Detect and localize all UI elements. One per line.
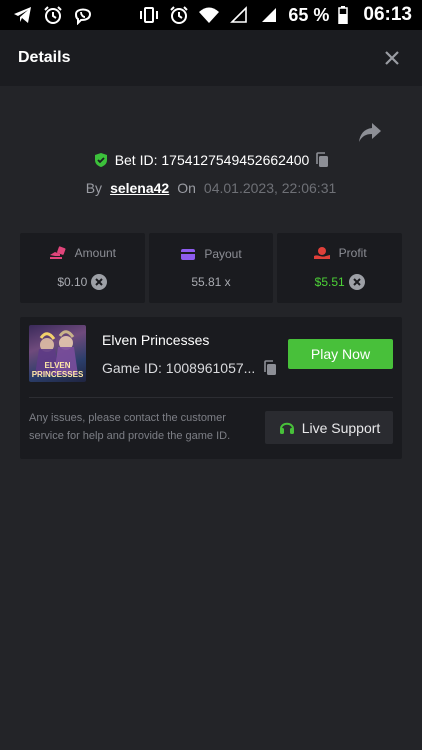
support-help-text: Any issues, please contact the customer …	[29, 412, 231, 442]
stat-amount-header: Amount	[49, 246, 116, 260]
copy-icon	[264, 360, 277, 375]
live-support-label: Live Support	[301, 419, 381, 436]
details-header: Details	[0, 30, 422, 86]
clock: 06:13	[363, 4, 412, 25]
card-divider	[29, 397, 393, 398]
game-card: ELVEN PRINCESSES Elven Princesses Game I…	[20, 317, 402, 459]
bet-meta-row: By selena42 On 04.01.2023, 22:06:31	[0, 180, 422, 196]
game-thumbnail[interactable]: ELVEN PRINCESSES	[29, 325, 86, 382]
game-id-row: Game ID: 1008961057...	[102, 360, 277, 376]
play-now-button[interactable]: Play Now	[288, 339, 393, 369]
stat-payout: Payout 55.81 x	[148, 233, 274, 303]
stat-profit: Profit $5.51	[277, 233, 403, 303]
close-button[interactable]	[380, 46, 404, 70]
headset-icon	[279, 422, 294, 434]
game-thumbnail-title: ELVEN PRINCESSES	[31, 361, 84, 379]
stat-profit-value: $5.51	[314, 275, 345, 289]
stat-amount: Amount $0.10	[20, 233, 145, 303]
alarm-icon	[168, 4, 190, 26]
page-title: Details	[18, 49, 71, 66]
game-id: Game ID: 1008961057...	[102, 360, 256, 376]
stat-payout-header: Payout	[180, 247, 242, 261]
close-icon	[385, 51, 399, 65]
status-bar-left	[12, 4, 94, 26]
telegram-icon	[12, 4, 34, 26]
bet-id-row: Bet ID: 1754127549452662400	[0, 152, 422, 168]
details-content: Bet ID: 1754127549452662400 By selena42 …	[0, 86, 422, 750]
by-label: By	[85, 180, 103, 196]
stat-payout-value: 55.81 x	[191, 275, 231, 289]
viber-icon	[72, 4, 94, 26]
bet-date: 04.01.2023, 22:06:31	[203, 180, 337, 196]
battery-icon	[337, 4, 349, 26]
stat-amount-value-row: $0.10	[57, 274, 108, 290]
currency-coin-icon	[348, 274, 365, 290]
game-name: Elven Princesses	[102, 332, 210, 348]
signal-empty-icon	[228, 4, 250, 26]
stat-amount-label: Amount	[74, 246, 117, 260]
status-bar: 65 % 06:13	[0, 0, 422, 30]
share-icon	[359, 123, 381, 142]
copy-icon	[316, 152, 329, 167]
copy-bet-id-button[interactable]	[315, 152, 329, 168]
alarm-icon	[42, 4, 64, 26]
vibrate-icon	[138, 4, 160, 26]
stat-profit-label: Profit	[338, 246, 367, 260]
share-button[interactable]	[358, 122, 386, 150]
signal-icon	[258, 4, 280, 26]
bet-id: Bet ID: 1754127549452662400	[114, 152, 310, 168]
live-support-button[interactable]: Live Support	[265, 411, 393, 444]
payout-card-icon	[181, 248, 196, 260]
stat-profit-header: Profit	[313, 246, 367, 260]
wifi-icon	[198, 4, 220, 26]
username-link[interactable]: selena42	[110, 180, 169, 196]
profit-icon	[313, 247, 330, 259]
currency-coin-icon	[91, 274, 108, 290]
stat-payout-value-row: 55.81 x	[191, 275, 230, 289]
shield-check-icon	[94, 153, 107, 167]
bet-amount-icon	[49, 246, 66, 259]
stat-amount-value: $0.10	[57, 275, 88, 289]
bet-stats: Amount $0.10 Payout 55.81 x Profit $5.51	[20, 233, 403, 303]
status-bar-right: 65 % 06:13	[138, 4, 412, 26]
copy-game-id-button[interactable]	[263, 360, 277, 376]
stat-profit-value-row: $5.51	[315, 274, 365, 290]
on-label: On	[177, 180, 196, 196]
stat-payout-label: Payout	[204, 247, 242, 261]
battery-percent: 65 %	[288, 4, 330, 25]
